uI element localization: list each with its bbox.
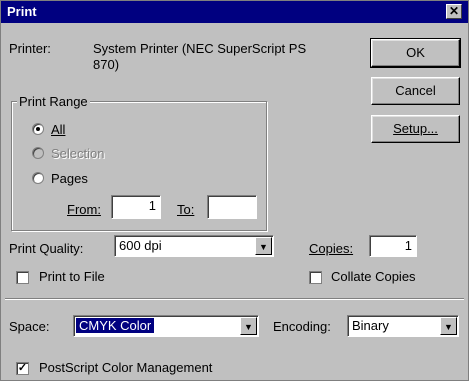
cancel-button[interactable]: Cancel xyxy=(371,77,460,105)
chevron-down-icon[interactable]: ▼ xyxy=(255,237,272,255)
copies-label: Copies: xyxy=(309,241,354,256)
print-quality-value: 600 dpi xyxy=(119,238,162,253)
close-icon: ✕ xyxy=(448,4,460,18)
space-value: CMYK Color xyxy=(76,318,155,333)
from-label: From: xyxy=(67,202,101,217)
encoding-select[interactable]: Binary ▼ xyxy=(347,315,459,337)
checkmark-icon: ✓ xyxy=(17,362,28,374)
ok-button[interactable]: OK xyxy=(370,38,461,68)
radio-selection-label: Selection xyxy=(51,146,105,161)
print-quality-label-text: Print Quality: xyxy=(9,241,84,256)
radio-selection[interactable] xyxy=(32,147,44,159)
title-bar xyxy=(1,1,468,23)
radio-all[interactable] xyxy=(32,123,44,135)
printer-label: Printer: xyxy=(9,41,51,56)
postscript-cm-checkbox[interactable]: ✓ xyxy=(16,362,29,375)
radio-all-label: All xyxy=(51,122,66,137)
radio-pages-label: Pages xyxy=(51,171,88,186)
copies-input[interactable]: 1 xyxy=(369,235,417,257)
setup-button[interactable]: Setup... xyxy=(371,115,460,143)
encoding-label: Encoding: xyxy=(273,319,331,334)
chevron-down-icon[interactable]: ▼ xyxy=(240,317,257,335)
window-title: Print xyxy=(7,4,37,19)
close-button[interactable]: ✕ xyxy=(446,4,462,19)
print-to-file-checkbox[interactable] xyxy=(16,271,29,284)
separator xyxy=(5,298,464,300)
printer-name-line2: 870) xyxy=(93,57,120,72)
print-quality-select[interactable]: 600 dpi ▼ xyxy=(114,235,274,257)
space-select[interactable]: CMYK Color ▼ xyxy=(73,315,259,337)
collate-copies-label: Collate Copies xyxy=(331,269,416,284)
chevron-down-icon[interactable]: ▼ xyxy=(440,317,457,335)
printer-name-line1: System Printer (NEC SuperScript PS xyxy=(93,41,307,56)
print-range-label: Print Range xyxy=(17,94,90,109)
to-input[interactable] xyxy=(207,195,257,219)
print-quality-label: Print Quality: xyxy=(9,241,83,256)
print-to-file-label: Print to File xyxy=(39,269,105,284)
from-input[interactable]: 1 xyxy=(111,195,161,219)
encoding-value: Binary xyxy=(352,318,389,333)
postscript-cm-label: PostScript Color Management xyxy=(39,360,213,375)
setup-button-label: Setup... xyxy=(393,121,438,136)
print-dialog: Print ✕ Printer: System Printer (NEC Sup… xyxy=(0,0,469,381)
radio-pages[interactable] xyxy=(32,172,44,184)
collate-copies-checkbox[interactable] xyxy=(309,271,322,284)
to-label: To: xyxy=(177,202,195,217)
space-label: Space: xyxy=(9,319,50,334)
